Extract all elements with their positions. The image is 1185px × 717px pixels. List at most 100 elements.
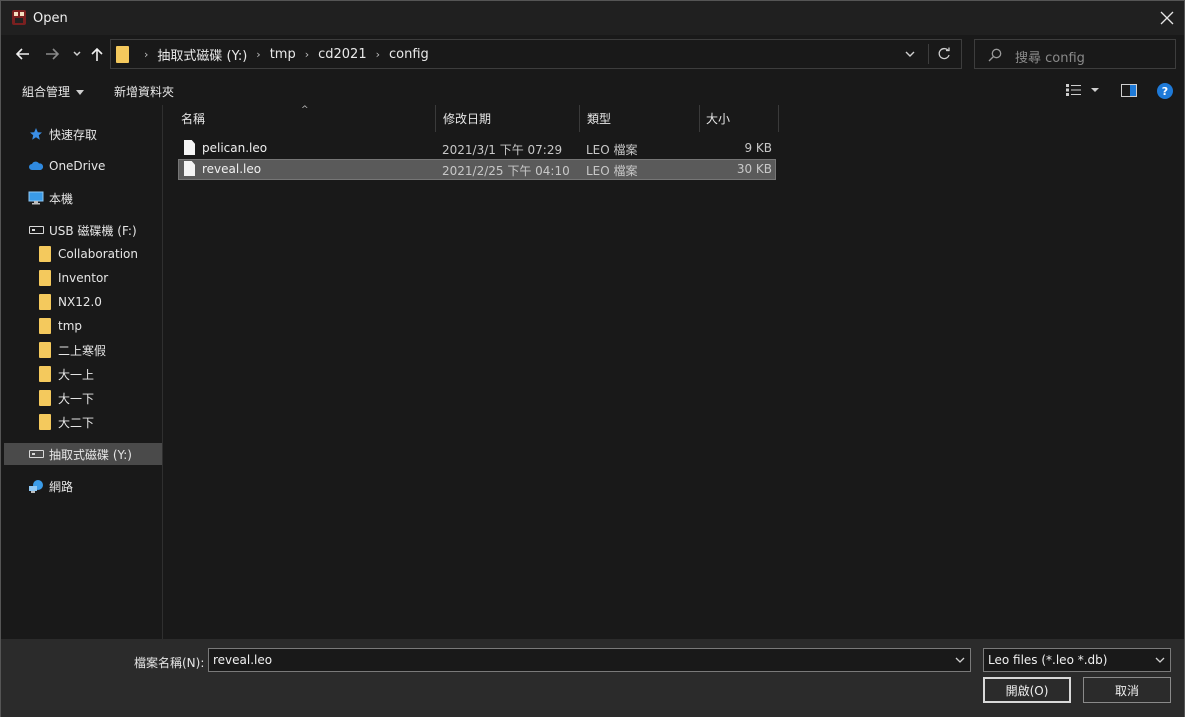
sidebar-item-label: 大二下 xyxy=(58,415,95,430)
column-header-name[interactable]: 名稱 xyxy=(181,105,435,132)
folder-icon xyxy=(37,366,53,382)
sidebar-item-label: 快速存取 xyxy=(49,127,98,142)
back-button[interactable] xyxy=(14,45,32,63)
filetype-value: Leo files (*.leo *.db) xyxy=(988,653,1108,667)
file-name: reveal.leo xyxy=(202,162,262,176)
filetype-select[interactable]: Leo files (*.leo *.db) xyxy=(983,648,1171,672)
sidebar-item-collaboration[interactable]: Collaboration xyxy=(4,243,162,265)
sidebar-item-sophomore-2[interactable]: 大二下 xyxy=(4,411,162,433)
sidebar-item-label: OneDrive xyxy=(49,159,106,173)
column-header-label: 修改日期 xyxy=(443,112,492,126)
up-button[interactable] xyxy=(88,45,106,63)
preview-pane-icon[interactable] xyxy=(1121,84,1137,97)
sidebar-item-tmp[interactable]: tmp xyxy=(4,315,162,337)
sidebar-item-label: 抽取式磁碟 (Y:) xyxy=(49,447,132,462)
breadcrumb-item[interactable]: config xyxy=(389,47,429,62)
cloud-icon xyxy=(28,159,44,173)
column-header-size[interactable]: 大小 xyxy=(706,105,778,132)
column-divider[interactable] xyxy=(579,105,580,132)
title-bar: Open xyxy=(1,1,1184,35)
sidebar-item-onedrive[interactable]: OneDrive xyxy=(4,155,162,177)
folder-icon xyxy=(37,294,53,310)
sidebar-item-label: USB 磁碟機 (F:) xyxy=(49,223,137,238)
close-icon xyxy=(1160,11,1174,25)
view-list-icon[interactable] xyxy=(1066,84,1082,96)
breadcrumb-separator: › xyxy=(375,47,380,61)
column-header-date[interactable]: 修改日期 xyxy=(443,105,579,132)
sidebar-item-label: 二上寒假 xyxy=(58,343,107,358)
navigation-pane: 快速存取 OneDrive 本機 USB 磁碟機 (F:) Collaborat… xyxy=(4,105,162,639)
sidebar-item-nx12[interactable]: NX12.0 xyxy=(4,291,162,313)
address-bar[interactable]: › 抽取式磁碟 (Y:) › tmp › cd2021 › config xyxy=(110,39,962,69)
sidebar-item-inventor[interactable]: Inventor xyxy=(4,267,162,289)
sidebar-item-label: Inventor xyxy=(58,271,109,285)
column-header-label: 名稱 xyxy=(181,112,206,126)
file-size: 30 KB xyxy=(736,162,772,176)
column-divider[interactable] xyxy=(435,105,436,132)
folder-icon xyxy=(37,246,53,262)
computer-icon xyxy=(28,191,44,205)
sidebar-item-removable-drive[interactable]: 抽取式磁碟 (Y:) xyxy=(4,443,162,465)
column-header-label: 類型 xyxy=(587,112,612,126)
sidebar-item-usb-drive[interactable]: USB 磁碟機 (F:) xyxy=(4,219,162,241)
arrow-up-icon xyxy=(91,47,103,61)
sidebar-item-winter-break[interactable]: 二上寒假 xyxy=(4,339,162,361)
folder-icon xyxy=(37,390,53,406)
sidebar-item-label: NX12.0 xyxy=(58,295,102,309)
organize-label: 組合管理 xyxy=(22,85,71,99)
close-button[interactable] xyxy=(1154,5,1180,31)
command-bar: 組合管理 新增資料夾 ? xyxy=(1,75,1184,105)
drive-icon xyxy=(28,223,44,237)
sidebar-item-this-pc[interactable]: 本機 xyxy=(4,187,162,209)
folder-icon xyxy=(37,270,53,286)
breadcrumb-item[interactable]: 抽取式磁碟 (Y:) xyxy=(157,45,247,64)
column-header-type[interactable]: 類型 xyxy=(587,105,699,132)
star-icon xyxy=(28,127,44,141)
dialog-footer: 檔案名稱(N): reveal.leo Leo files (*.leo *.d… xyxy=(1,639,1184,717)
breadcrumb-separator: › xyxy=(304,47,310,61)
chevron-down-icon[interactable] xyxy=(954,654,966,666)
column-divider[interactable] xyxy=(778,105,779,132)
forward-button[interactable] xyxy=(43,45,61,63)
sidebar-item-network[interactable]: 網路 xyxy=(4,475,162,497)
search-input[interactable]: 搜尋 config xyxy=(974,39,1176,69)
divider xyxy=(928,44,929,64)
filename-field[interactable]: reveal.leo xyxy=(208,648,971,672)
folder-icon xyxy=(37,414,53,430)
sidebar-item-label: tmp xyxy=(58,319,83,333)
new-folder-button[interactable]: 新增資料夾 xyxy=(114,83,174,100)
breadcrumb-item[interactable]: cd2021 xyxy=(318,47,366,62)
breadcrumb-item[interactable]: tmp xyxy=(270,47,296,62)
address-dropdown-icon[interactable] xyxy=(903,47,917,61)
caret-down-icon[interactable] xyxy=(1090,87,1100,93)
file-type: LEO 檔案 xyxy=(586,143,638,157)
file-list: ^ 名稱 修改日期 類型 大小 pelican.leo 2021/3/1 下午 … xyxy=(163,105,1184,639)
column-header-label: 大小 xyxy=(706,112,731,126)
drive-icon xyxy=(28,447,44,461)
folder-icon xyxy=(37,318,53,334)
sidebar-item-label: 大一上 xyxy=(58,367,95,382)
file-name: pelican.leo xyxy=(202,141,268,155)
arrow-right-icon xyxy=(46,48,60,60)
file-icon xyxy=(184,140,195,155)
folder-icon xyxy=(37,342,53,358)
filename-value: reveal.leo xyxy=(213,653,273,667)
help-icon[interactable]: ? xyxy=(1157,83,1173,99)
file-row[interactable]: pelican.leo 2021/3/1 下午 07:29 LEO 檔案 9 K… xyxy=(178,138,776,159)
window-title: Open xyxy=(33,11,68,26)
caret-down-icon xyxy=(76,90,85,95)
sidebar-item-freshman-1[interactable]: 大一上 xyxy=(4,363,162,385)
sidebar-item-freshman-2[interactable]: 大一下 xyxy=(4,387,162,409)
recent-locations-button[interactable] xyxy=(68,45,86,63)
cancel-button[interactable]: 取消 xyxy=(1083,677,1171,703)
open-button[interactable]: 開啟(O) xyxy=(983,677,1071,703)
sidebar-item-quick-access[interactable]: 快速存取 xyxy=(4,123,162,145)
file-row[interactable]: reveal.leo 2021/2/25 下午 04:10 LEO 檔案 30 … xyxy=(178,159,776,180)
file-icon xyxy=(184,161,195,176)
network-icon xyxy=(28,479,44,493)
refresh-icon[interactable] xyxy=(936,46,952,62)
sidebar-item-label: 網路 xyxy=(49,479,74,494)
column-divider[interactable] xyxy=(699,105,700,132)
organize-button[interactable]: 組合管理 xyxy=(22,83,85,100)
sidebar-item-label: 大一下 xyxy=(58,391,95,406)
